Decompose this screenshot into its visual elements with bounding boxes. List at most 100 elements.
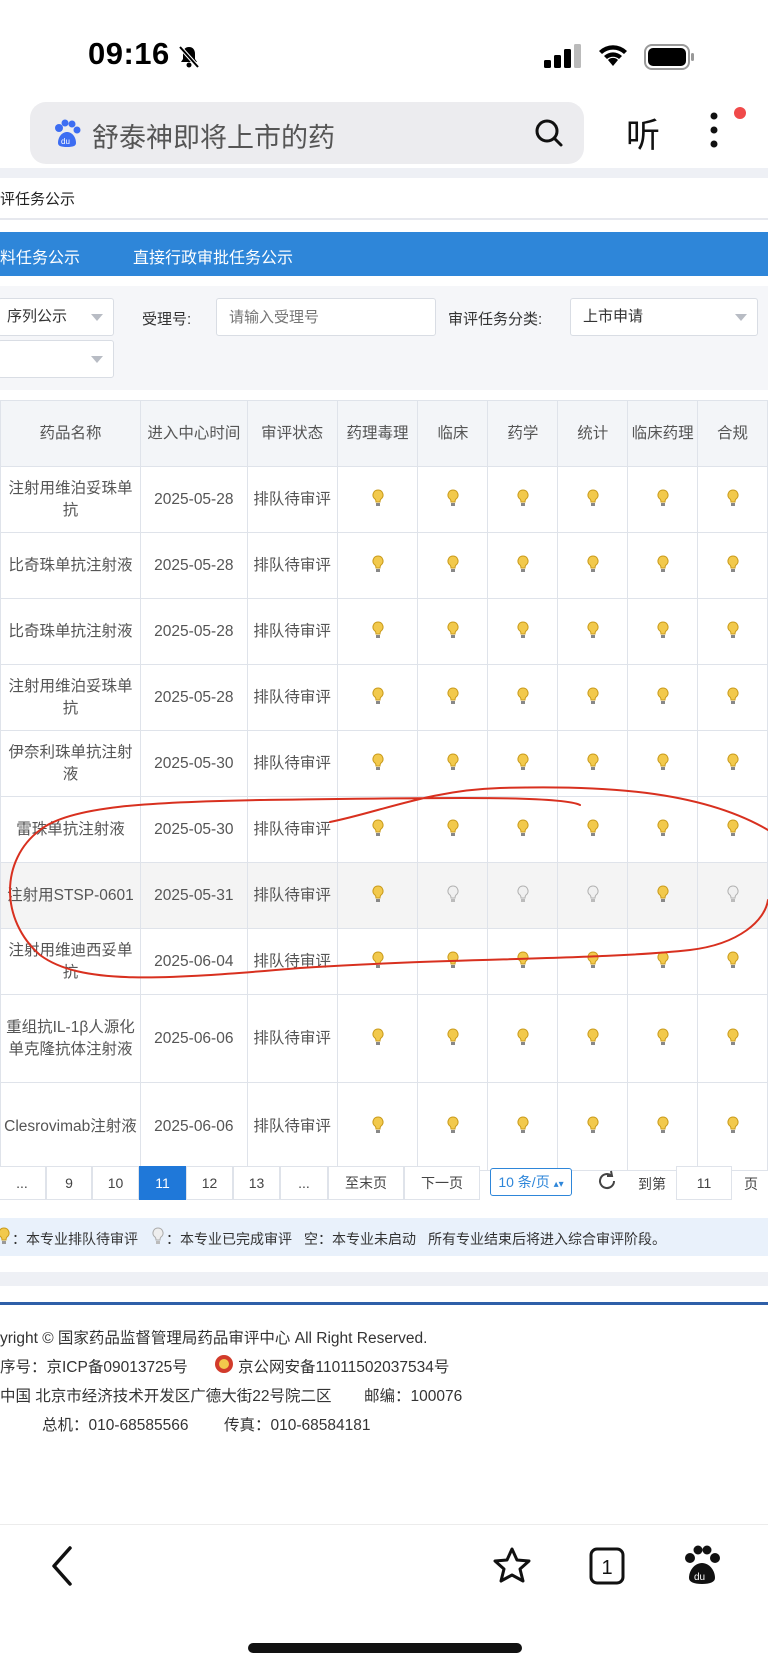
page-12[interactable]: 12	[186, 1166, 233, 1200]
cell-review-status	[336, 466, 419, 533]
footer-divider	[0, 1302, 768, 1305]
cell-status: 排队待审评	[246, 532, 338, 599]
table-row[interactable]: 比奇珠单抗注射液 2025-05-28 排队待审评	[0, 532, 768, 599]
bell-slash-icon	[178, 45, 200, 69]
legend-note: 所有专业结束后将进入综合审评阶段。	[428, 1231, 666, 1247]
table-row[interactable]: 注射用维迪西妥单抗 2025-06-04 排队待审评	[0, 928, 768, 995]
lightbulb-pending-icon	[657, 951, 669, 970]
page-10[interactable]: 10	[92, 1166, 139, 1200]
search-query[interactable]: 舒泰神即将上市的药	[92, 116, 335, 155]
battery-icon	[644, 44, 694, 70]
chevron-down-icon	[735, 314, 747, 321]
clock: 09:16	[88, 36, 170, 71]
lightbulb-pending-icon	[372, 885, 384, 904]
lightbulb-pending-icon	[727, 1116, 739, 1135]
lightbulb-done-icon	[447, 885, 459, 904]
sequence-select-value: 序列公示	[7, 308, 68, 325]
tabs-icon[interactable]: 1	[588, 1546, 626, 1586]
lightbulb-pending-icon	[657, 1028, 669, 1047]
page-ellipsis-prev[interactable]: ...	[0, 1166, 46, 1200]
lightbulb-pending-icon	[372, 555, 384, 574]
table-row[interactable]: 比奇珠单抗注射液 2025-05-28 排队待审评	[0, 598, 768, 665]
goto-input[interactable]: 11	[676, 1166, 732, 1200]
tab-materials[interactable]: 料任务公示	[0, 244, 80, 268]
lightbulb-pending-icon	[447, 489, 459, 508]
lightbulb-pending-icon	[517, 1116, 529, 1135]
lightbulb-pending-icon	[517, 687, 529, 706]
table-row[interactable]: 注射用维泊妥珠单抗 2025-05-28 排队待审评	[0, 664, 768, 731]
page-suffix: 页	[744, 1176, 758, 1192]
refresh-icon[interactable]	[596, 1170, 618, 1192]
table-row[interactable]: Clesrovimab注射液 2025-06-06 排队待审评	[0, 1082, 768, 1171]
footer-police[interactable]: 京公网安备11011502037534号	[238, 1355, 449, 1377]
lightbulb-pending-icon	[517, 555, 529, 574]
lightbulb-done-icon	[727, 885, 739, 904]
page-ellipsis-next[interactable]: ...	[280, 1166, 328, 1200]
home-indicator	[248, 1643, 522, 1653]
listen-button[interactable]: 听	[626, 108, 660, 157]
lightbulb-pending-icon	[517, 753, 529, 772]
lightbulb-pending-icon	[587, 1028, 599, 1047]
bottom-nav-divider	[0, 1524, 768, 1525]
page-size-select[interactable]: 10 条/页 ▴▾	[490, 1168, 572, 1196]
second-select[interactable]	[0, 340, 114, 378]
cell-review-status	[336, 796, 419, 863]
cell-review-status	[487, 532, 559, 599]
page-13[interactable]: 13	[233, 1166, 280, 1200]
lightbulb-pending-icon	[447, 687, 459, 706]
column-header: 临床药理	[627, 400, 699, 467]
cell-review-status	[557, 664, 629, 731]
accept-number-input[interactable]	[216, 298, 436, 336]
lightbulb-pending-icon	[727, 687, 739, 706]
column-header: 药品名称	[0, 400, 141, 467]
table-row[interactable]: 注射用STSP-0601 2025-05-31 排队待审评	[0, 862, 768, 929]
lightbulb-pending-icon	[727, 555, 739, 574]
search-bar[interactable]: du 舒泰神即将上市的药	[30, 102, 584, 164]
cell-review-status	[697, 928, 768, 995]
page-9[interactable]: 9	[46, 1166, 92, 1200]
cell-status: 排队待审评	[246, 730, 338, 797]
legend: ：本专业排队待审评 ：本专业已完成审评 空：本专业未启动 所有专业结束后将进入综…	[0, 1218, 768, 1256]
wifi-icon	[599, 45, 627, 66]
tab-direct-approval[interactable]: 直接行政审批任务公示	[133, 244, 293, 268]
page-11-current[interactable]: 11	[139, 1166, 186, 1200]
lightbulb-pending-icon	[447, 753, 459, 772]
cell-review-status	[557, 730, 629, 797]
search-icon[interactable]	[534, 118, 564, 148]
lightbulb-done-icon	[152, 1227, 164, 1244]
cell-review-status	[557, 532, 629, 599]
cell-date: 2025-06-06	[139, 994, 248, 1083]
footer-icp[interactable]: 序号：京ICP备09013725号	[0, 1355, 188, 1377]
table-row[interactable]: 注射用维泊妥珠单抗 2025-05-28 排队待审评	[0, 466, 768, 533]
category-select[interactable]: 上市申请	[570, 298, 758, 336]
cell-review-status	[336, 1082, 419, 1171]
filter-panel: 序列公示 受理号: 审评任务分类: 上市申请	[0, 286, 768, 390]
cell-review-status	[697, 994, 768, 1083]
cell-review-status	[557, 928, 629, 995]
back-icon[interactable]	[48, 1544, 76, 1588]
cell-status: 排队待审评	[246, 664, 338, 731]
baidu-paw-icon[interactable]: du	[682, 1544, 722, 1586]
cell-review-status	[627, 532, 699, 599]
more-icon[interactable]	[708, 110, 720, 150]
legend-empty: 空：本专业未启动	[304, 1231, 416, 1247]
star-icon[interactable]	[492, 1546, 532, 1586]
last-page-button[interactable]: 至末页	[328, 1166, 404, 1200]
cell-review-status	[487, 994, 559, 1083]
table-row[interactable]: 重组抗IL-1β人源化单克隆抗体注射液 2025-06-06 排队待审评	[0, 994, 768, 1083]
cell-review-status	[627, 664, 699, 731]
lightbulb-pending-icon	[517, 621, 529, 640]
sequence-select[interactable]: 序列公示	[0, 298, 114, 336]
column-header: 审评状态	[246, 400, 338, 467]
cell-review-status	[336, 994, 419, 1083]
cell-review-status	[627, 466, 699, 533]
lightbulb-pending-icon	[657, 753, 669, 772]
next-page-button[interactable]: 下一页	[404, 1166, 480, 1200]
cell-name: 比奇珠单抗注射液	[0, 532, 141, 599]
cell-review-status	[627, 862, 699, 929]
table-row[interactable]: 雷珠单抗注射液 2025-05-30 排队待审评	[0, 796, 768, 863]
cell-date: 2025-06-06	[139, 1082, 248, 1171]
lightbulb-pending-icon	[657, 621, 669, 640]
table-row[interactable]: 伊奈利珠单抗注射液 2025-05-30 排队待审评	[0, 730, 768, 797]
lightbulb-pending-icon	[447, 1116, 459, 1135]
